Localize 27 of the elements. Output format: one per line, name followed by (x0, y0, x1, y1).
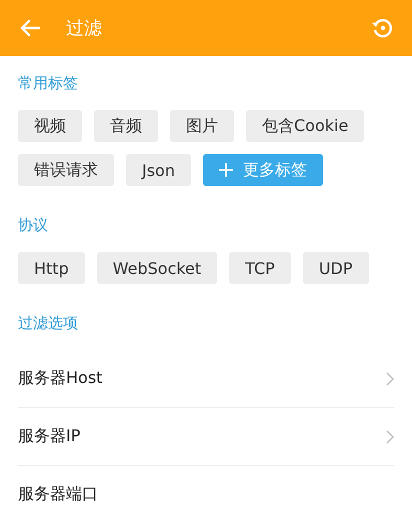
tag-chip[interactable]: WebSocket (96, 252, 218, 284)
back-button[interactable] (20, 19, 40, 37)
option-label: 服务器端口 (18, 484, 98, 505)
option-label: 服务器IP (18, 426, 80, 447)
tag-chip[interactable]: 包含Cookie (246, 110, 364, 142)
tag-chip[interactable]: 音频 (94, 110, 158, 142)
reset-button[interactable] (370, 16, 394, 40)
page-title: 过滤 (66, 17, 103, 40)
tag-chip[interactable]: 视频 (18, 110, 82, 142)
tag-chip[interactable]: TCP (229, 252, 291, 284)
chevron-right-icon (386, 372, 394, 386)
tag-chip[interactable]: 图片 (170, 110, 234, 142)
section-title: 过滤选项 (18, 312, 79, 334)
section-title: 协议 (18, 214, 49, 236)
plus-icon (218, 163, 233, 177)
tag-chip[interactable]: Json (126, 154, 191, 186)
chevron-right-icon (386, 430, 394, 444)
filter-option-row[interactable]: 服务器端口 (18, 466, 394, 521)
tag-chip[interactable]: 错误请求 (18, 154, 114, 186)
tag-chip[interactable]: UDP (302, 252, 369, 284)
section-title: 常用标签 (18, 72, 79, 94)
filter-option-row[interactable]: 服务器Host (18, 350, 394, 408)
reset-icon (370, 16, 394, 40)
option-label: 服务器Host (18, 368, 102, 389)
tag-chip[interactable]: Http (18, 252, 85, 284)
filter-option-row[interactable]: 服务器IP (18, 408, 394, 466)
back-arrow-icon (20, 19, 40, 37)
